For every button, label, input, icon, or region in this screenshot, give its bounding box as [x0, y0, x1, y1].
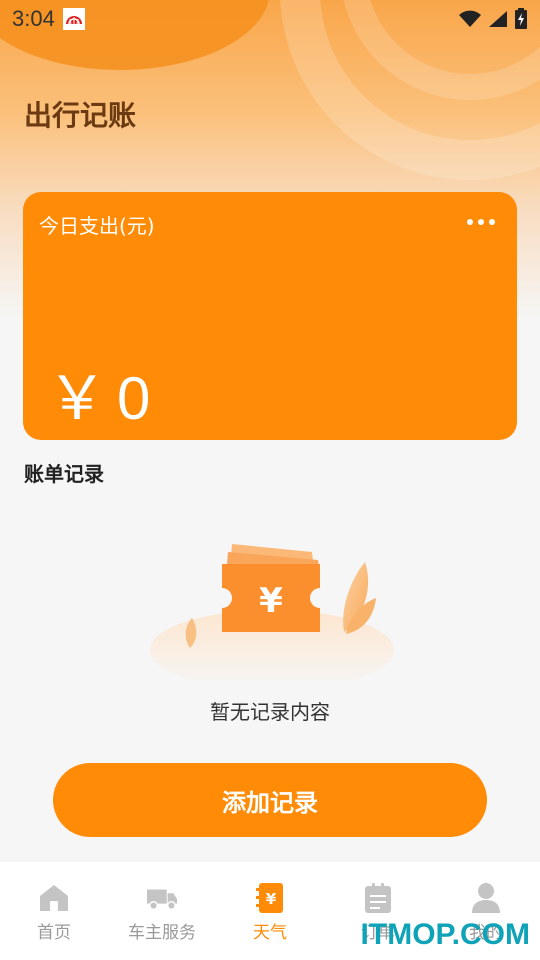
empty-state-text: 暂无记录内容 [210, 700, 330, 724]
amount-value: 0 [117, 365, 151, 432]
watermark: ITMOP.COM [360, 918, 530, 951]
expense-card: 今日支出(元) ￥ 0 [23, 192, 517, 440]
tab-label: 首页 [37, 923, 71, 943]
clipboard-icon [362, 882, 394, 914]
signal-icon [489, 11, 507, 27]
empty-wallet-illustration: ¥ [150, 530, 395, 690]
more-dot-icon [478, 219, 484, 225]
tab-label: 天气 [253, 923, 287, 943]
more-dot-icon [467, 219, 473, 225]
status-icons [458, 8, 528, 30]
svg-text:¥: ¥ [266, 890, 277, 908]
expense-amount: ￥ 0 [47, 350, 150, 437]
more-options-button[interactable] [461, 212, 501, 232]
ledger-icon: ¥ [254, 882, 286, 914]
expense-label: 今日支出(元) [39, 214, 155, 238]
tab-label: 车主服务 [128, 923, 196, 943]
tab-owner-services[interactable]: 车主服务 [108, 862, 216, 960]
svg-text:¥: ¥ [259, 581, 283, 621]
more-dot-icon [489, 219, 495, 225]
records-section-title: 账单记录 [24, 462, 104, 486]
page-title: 出行记账 [24, 99, 137, 132]
currency-symbol: ￥ [47, 365, 107, 432]
truck-icon [146, 882, 178, 914]
tab-home[interactable]: 首页 [0, 862, 108, 960]
battery-icon [515, 8, 527, 29]
add-record-button[interactable]: 添加记录 [53, 763, 487, 837]
home-icon [38, 882, 70, 914]
user-icon [470, 882, 502, 914]
wifi-icon [459, 10, 481, 27]
notification-app-icon [62, 8, 85, 30]
status-time: 3:04 [12, 6, 55, 31]
status-bar: 3:04 [0, 0, 540, 38]
tab-weather[interactable]: ¥ 天气 [216, 862, 324, 960]
